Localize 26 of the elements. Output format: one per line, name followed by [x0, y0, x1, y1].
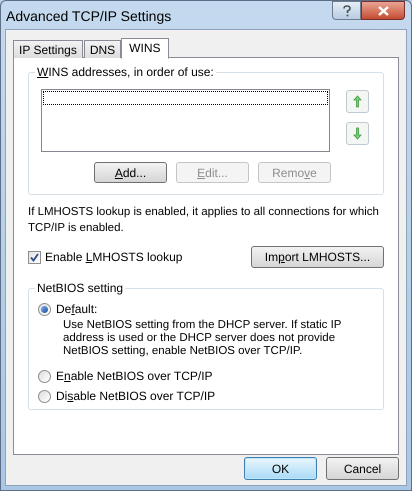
dialog-button[interactable]: OK — [244, 457, 317, 480]
move-up-button[interactable] — [346, 90, 369, 113]
close-icon — [378, 6, 388, 16]
netbios-radio[interactable]: Default: — [38, 299, 98, 319]
group-label: NetBIOS setting — [35, 281, 126, 295]
lmhosts-checkbox[interactable]: Enable LMHOSTS lookup — [28, 248, 182, 266]
dialog-button[interactable]: Cancel — [326, 457, 399, 480]
netbios-radio[interactable]: Enable NetBIOS over TCP/IP — [38, 366, 213, 386]
list-action-button[interactable]: Add... — [94, 162, 167, 183]
lmhosts-note: If LMHOSTS lookup is enabled, it applies to all connections for which TCP/IP is enabled. — [28, 205, 380, 236]
up-arrow-icon — [353, 95, 362, 108]
group-label: WINS addresses, in order of use: — [35, 65, 216, 79]
help-icon — [342, 4, 352, 16]
checkmark-icon — [30, 252, 39, 262]
down-arrow-icon — [353, 127, 362, 140]
import-lmhosts-button[interactable]: Import LMHOSTS... — [251, 246, 384, 268]
option-description: Use NetBIOS setting from the DHCP server. If static IP address is used or the DHCP server does not provide NetBIOS setting, enable NetBIOS over TCP/IP. — [63, 319, 342, 358]
netbios-radio[interactable]: Disable NetBIOS over TCP/IP — [38, 386, 216, 406]
move-down-button[interactable] — [346, 122, 369, 145]
tab[interactable]: WINS — [121, 38, 169, 59]
help-button[interactable] — [332, 1, 361, 20]
close-button[interactable] — [361, 1, 405, 20]
wins-address-list[interactable] — [41, 89, 330, 152]
window-title: Advanced TCP/IP Settings — [6, 7, 172, 26]
tab[interactable]: DNS — [84, 40, 122, 58]
tab[interactable]: IP Settings — [13, 40, 83, 58]
